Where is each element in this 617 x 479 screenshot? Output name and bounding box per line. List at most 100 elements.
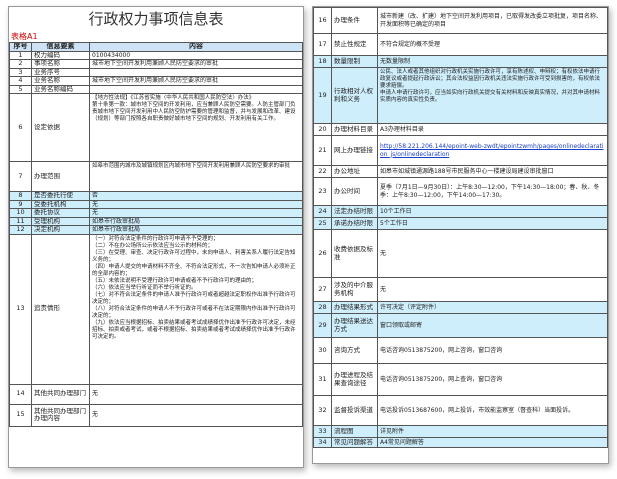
info-table-right: 16 办理条件 城市新建（改、扩建）地下空间开发利用项目，已取得发改委立项批复，… — [313, 7, 608, 448]
row-content: 电话投诉0513687600，网上投诉，市效能监察室（督查科）当面投诉。 — [377, 395, 608, 426]
table-row: 17 禁止性规定 不符合规定的概不受理 — [313, 33, 608, 56]
row-content: 如皋市行政审批局 — [89, 225, 303, 235]
row-content: 【地方性法规】《江苏省实施〈中华人民共和国人民防空法〉办法》 第十条第一款：城市… — [89, 93, 303, 162]
row-name: 受理机构 — [31, 216, 90, 226]
row-no: 10 — [9, 208, 32, 218]
row-name: 行政相对人权利和义务 — [331, 67, 378, 124]
row-no: 26 — [313, 229, 332, 278]
row-name: 常见问题解答 — [331, 437, 378, 448]
row-content: 不符合规定的概不受理 — [377, 33, 608, 56]
row-no: 29 — [313, 313, 332, 338]
row-name: 流程图 — [331, 425, 378, 438]
right-sheet: 16 办理条件 城市新建（改、扩建）地下空间开发利用项目，已取得发改委立项批复，… — [312, 6, 609, 464]
table-row: 9 受委托机构 无 — [9, 199, 303, 209]
row-name: 承诺办结时限 — [331, 217, 378, 230]
table-row: 29 办理结果送达方式 窗口领取或邮寄 — [313, 313, 608, 338]
table-row: 28 办理结果形式 许可决定（评定附件） — [313, 301, 608, 314]
table-row: 21 网上办理链接 http://58.221.206.144/epoint-w… — [313, 135, 608, 166]
row-no: 17 — [313, 33, 332, 56]
row-no: 34 — [313, 437, 332, 448]
row-content: 电话咨询0513875200，网上咨询，窗口咨询 — [377, 337, 608, 364]
row-content: 城市地下空间开发利用兼顾人民防空要求的审批 — [89, 76, 303, 86]
row-content: 城市新建（改、扩建）地下空间开发利用项目，已取得发改委立项批复，项目名称、开发面… — [377, 7, 608, 34]
table-row: 34 常见问题解答 A4常见问题解答 — [313, 437, 608, 448]
row-no: 24 — [313, 205, 332, 218]
row-no: 2 — [9, 59, 32, 69]
table-row: 33 流程图 详见附件 — [313, 425, 608, 438]
table-row: 27 涉及的中介服务机构 无 — [313, 277, 608, 302]
row-no: 32 — [313, 395, 332, 426]
row-content: （一）对符合法定条件的行政许可申请不予受理的； （二）不在办公场所公示依法应当公… — [89, 233, 303, 385]
row-content: 无 — [89, 383, 303, 405]
online-link[interactable]: http://58.221.206.144/epoint-web-zwdt/ep… — [377, 135, 608, 166]
table-row: 13 追责情形 （一）对符合法定条件的行政许可申请不予受理的； （二）不在办公场… — [9, 233, 303, 385]
left-sheet: 行政权力事项信息表 表格A1 序号 信息要素 内容 1 权力编码 0100434… — [8, 6, 304, 468]
row-content: 5个工作日 — [377, 217, 608, 230]
table-tag: 表格A1 — [11, 32, 38, 41]
row-content: 0100434000 — [89, 50, 303, 60]
row-no: 6 — [9, 93, 32, 162]
row-content: 无数量限制 — [377, 55, 608, 68]
row-no: 16 — [313, 7, 332, 34]
row-content: 无 — [377, 277, 608, 302]
table-row: 6 设定依据 【地方性法规】《江苏省实施〈中华人民共和国人民防空法〉办法》 第十… — [9, 93, 303, 162]
row-name: 办理结果形式 — [331, 301, 378, 314]
table-row: 15 其他共同办理部门办理内容 无 — [9, 403, 303, 427]
row-content: 夏季（7月1日—9月30日）：上午8:30—12:00，下午14:30—18:0… — [377, 177, 608, 206]
row-name: 网上办理链接 — [331, 135, 378, 166]
row-content: 无 — [377, 229, 608, 278]
row-no: 9 — [9, 199, 32, 209]
row-no: 25 — [313, 217, 332, 230]
row-name: 设定依据 — [31, 93, 90, 162]
row-no: 30 — [313, 337, 332, 364]
table-row: 3 业务序号 — [9, 67, 303, 77]
row-content: 无 — [89, 403, 303, 427]
row-content: 详见附件 — [377, 425, 608, 438]
row-name: 事项名称 — [31, 59, 90, 69]
table-row: 14 其他共同办理部门 无 — [9, 383, 303, 405]
row-name: 受委托机构 — [31, 199, 90, 209]
table-row: 12 决定机构 如皋市行政审批局 — [9, 225, 303, 235]
table-row: 10 委托协议 无 — [9, 208, 303, 218]
row-no: 23 — [313, 177, 332, 206]
row-no: 8 — [9, 191, 32, 201]
row-name: 权力编码 — [31, 50, 90, 60]
table-row: 8 是否委托行使 否 — [9, 191, 303, 201]
table-row: 7 办理范围 如皋市范围内城市及城镇规划区内城市地下空间开发利用兼顾人民防空要求… — [9, 161, 303, 192]
row-name: 咨询方式 — [331, 337, 378, 364]
row-no: 33 — [313, 425, 332, 438]
row-content — [89, 84, 303, 94]
table-row: 32 监督投诉渠道 电话投诉0513687600，网上投诉，市效能监察室（督查科… — [313, 395, 608, 426]
row-name: 办公时间 — [331, 177, 378, 206]
header-row: 序号 信息要素 内容 — [9, 42, 303, 52]
row-no: 12 — [9, 225, 32, 235]
row-no: 27 — [313, 277, 332, 302]
row-name: 委托协议 — [31, 208, 90, 218]
row-name: 禁止性规定 — [331, 33, 378, 56]
row-content: 10个工作日 — [377, 205, 608, 218]
header-content: 内容 — [89, 42, 303, 52]
row-name: 决定机构 — [31, 225, 90, 235]
table-row: 20 办理材料目录 A3办理材料目录 — [313, 123, 608, 136]
table-row: 26 收费依据及标准 无 — [313, 229, 608, 278]
table-row: 1 权力编码 0100434000 — [9, 50, 303, 60]
row-no: 7 — [9, 161, 32, 192]
row-content: A4常见问题解答 — [377, 437, 608, 448]
table-row: 16 办理条件 城市新建（改、扩建）地下空间开发利用项目，已取得发改委立项批复，… — [313, 7, 608, 34]
table-row: 4 业务名称 城市地下空间开发利用兼顾人民防空要求的审批 — [9, 76, 303, 86]
row-name: 办公地址 — [331, 165, 378, 178]
row-name: 办理条件 — [331, 7, 378, 34]
row-name: 监督投诉渠道 — [331, 395, 378, 426]
row-name: 办理范围 — [31, 161, 90, 192]
table-row: 18 数量限制 无数量限制 — [313, 55, 608, 68]
row-no: 13 — [9, 233, 32, 385]
row-name: 收费依据及标准 — [331, 229, 378, 278]
row-content: 无 — [89, 199, 303, 209]
row-no: 3 — [9, 67, 32, 77]
row-content: 如皋市行政审批局 — [89, 216, 303, 226]
row-no: 19 — [313, 67, 332, 124]
table-row: 24 法定办结时限 10个工作日 — [313, 205, 608, 218]
row-no: 1 — [9, 50, 32, 60]
row-name: 办理进程及结果查询途径 — [331, 363, 378, 396]
row-name: 办理结果送达方式 — [331, 313, 378, 338]
